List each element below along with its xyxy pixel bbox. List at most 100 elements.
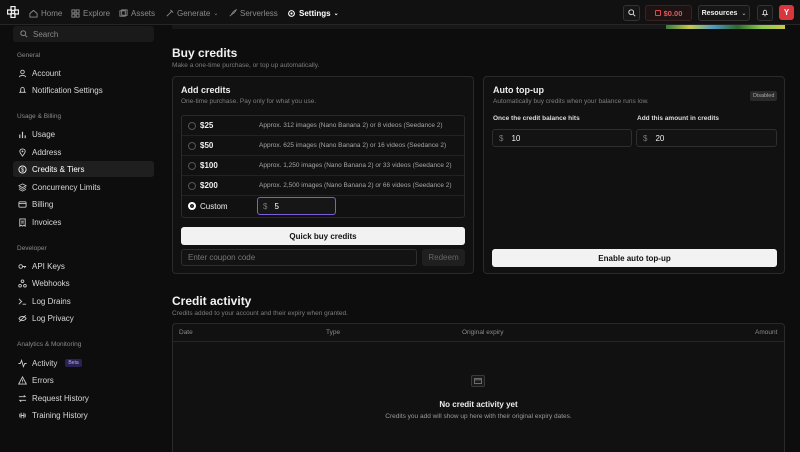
- search-input[interactable]: Search: [13, 26, 154, 42]
- nav-settings[interactable]: Settings ⌄: [287, 7, 339, 19]
- option-amount: $200: [200, 181, 218, 190]
- currency-symbol: $: [263, 201, 268, 211]
- radio-button[interactable]: [188, 122, 196, 130]
- search-icon: [20, 30, 28, 38]
- nav-serverless[interactable]: Serverless: [228, 7, 278, 19]
- sidebar-item-training-history[interactable]: Training History: [13, 407, 154, 423]
- column-type: Type: [326, 329, 341, 336]
- sidebar-item-label: Log Privacy: [32, 313, 74, 323]
- section-usage-billing: Usage & Billing: [17, 113, 62, 120]
- sidebar-item-label: Address: [32, 147, 62, 157]
- custom-amount-input[interactable]: $ 5: [257, 197, 336, 215]
- credit-card-icon: [18, 200, 27, 208]
- sidebar-item-label: Request History: [32, 393, 89, 403]
- option-description: Approx. 2,500 images (Nano Banana 2) or …: [259, 182, 452, 189]
- radio-button[interactable]: [188, 142, 196, 150]
- gear-icon: [288, 9, 295, 17]
- option-amount: $25: [200, 121, 214, 130]
- sidebar-item-api-keys[interactable]: API Keys: [13, 258, 154, 274]
- sidebar-item-address[interactable]: Address: [13, 144, 154, 160]
- sidebar-item-invoices[interactable]: Invoices: [13, 214, 154, 230]
- balance-button[interactable]: $0.00: [645, 5, 692, 21]
- topup-amount-input[interactable]: $ 20: [636, 129, 777, 147]
- radio-button[interactable]: [188, 182, 196, 190]
- redeem-button[interactable]: Redeem: [422, 249, 465, 266]
- sidebar-item-concurrency-limits[interactable]: Concurrency Limits: [13, 179, 154, 195]
- currency-symbol: $: [643, 133, 648, 143]
- nav-home[interactable]: Home: [29, 7, 62, 19]
- chevron-down-icon: ⌄: [333, 10, 339, 17]
- sidebar-item-label: Errors: [32, 375, 54, 385]
- chevron-down-icon: ⌄: [741, 10, 747, 17]
- sidebar-item-label: Usage: [32, 129, 56, 139]
- rocket-icon: [229, 8, 237, 17]
- sidebar-item-webhooks[interactable]: Webhooks: [13, 275, 154, 291]
- quick-buy-button[interactable]: Quick buy credits: [181, 227, 465, 245]
- auto-topup-title: Auto top-up: [493, 85, 544, 95]
- option-amount: $100: [200, 161, 218, 170]
- sidebar-item-label: Account: [32, 68, 61, 78]
- banner-image: [666, 25, 785, 29]
- log-drains-icon: [18, 297, 27, 305]
- sidebar-item-label: Credits & Tiers: [32, 164, 85, 174]
- radio-button-selected[interactable]: [188, 202, 196, 210]
- user-icon: [18, 69, 27, 77]
- sidebar-item-errors[interactable]: Errors: [13, 372, 154, 388]
- threshold-input[interactable]: $ 10: [492, 129, 632, 147]
- option-amount: Custom: [200, 202, 228, 211]
- eye-off-icon: [18, 314, 27, 322]
- sidebar-item-notification-settings[interactable]: Notification Settings: [13, 82, 154, 98]
- sidebar-item-credits-tiers[interactable]: $ Credits & Tiers: [13, 161, 154, 177]
- search-button[interactable]: [623, 5, 640, 21]
- credit-option-50[interactable]: $50 Approx. 625 images (Nano Banana 2) o…: [182, 136, 464, 156]
- bar-chart-icon: [19, 131, 26, 138]
- sidebar-item-request-history[interactable]: Request History: [13, 390, 154, 406]
- webhook-icon: [18, 278, 27, 288]
- topup-amount-label: Add this amount in credits: [637, 115, 719, 122]
- column-amount: Amount: [755, 329, 778, 336]
- threshold-label: Once the credit balance hits: [493, 115, 580, 122]
- nav-explore[interactable]: Explore: [71, 7, 110, 19]
- home-icon: [29, 9, 38, 18]
- sidebar-item-billing[interactable]: Billing: [13, 196, 154, 212]
- credit-option-25[interactable]: $25 Approx. 312 images (Nano Banana 2) o…: [182, 116, 464, 136]
- nav-explore-label: Explore: [83, 8, 111, 18]
- sidebar-item-label: Invoices: [32, 217, 62, 227]
- empty-state-title: No credit activity yet: [439, 400, 518, 409]
- notifications-button[interactable]: [757, 5, 773, 21]
- sidebar-item-label: Webhooks: [32, 278, 70, 288]
- resources-dropdown[interactable]: Resources ⌄: [698, 5, 750, 21]
- activity-icon: [18, 358, 27, 368]
- sidebar-item-log-privacy[interactable]: Log Privacy: [13, 310, 154, 326]
- sidebar-item-label: Concurrency Limits: [32, 182, 101, 192]
- layers-icon: [18, 182, 27, 192]
- dollar-circle-icon: $: [18, 164, 27, 174]
- dumbbell-icon: [19, 412, 26, 418]
- credit-activity-title: Credit activity: [172, 294, 252, 308]
- sidebar-item-usage[interactable]: Usage: [13, 126, 154, 142]
- page-subtitle: Make a one-time purchase, or top up auto…: [172, 62, 320, 69]
- enable-auto-topup-button[interactable]: Enable auto top-up: [492, 249, 777, 267]
- nav-generate[interactable]: Generate ⌄: [165, 7, 218, 19]
- nav-assets[interactable]: Assets: [119, 7, 155, 19]
- avatar[interactable]: Y: [779, 5, 794, 20]
- logo-icon[interactable]: [7, 6, 19, 18]
- nav-serverless-label: Serverless: [240, 8, 278, 18]
- sidebar-item-log-drains[interactable]: Log Drains: [13, 293, 154, 309]
- sidebar-item-label: Activity: [32, 358, 58, 368]
- section-general: General: [17, 52, 41, 59]
- sidebar-item-label: Training History: [32, 410, 88, 420]
- beta-badge: Beta: [65, 359, 82, 367]
- balance-value: $0.00: [663, 8, 683, 18]
- nav-home-label: Home: [41, 8, 63, 18]
- resources-label: Resources: [701, 9, 738, 17]
- credit-option-100[interactable]: $100 Approx. 1,250 images (Nano Banana 2…: [182, 156, 464, 176]
- sidebar-item-label: Billing: [32, 199, 54, 209]
- key-icon: [18, 263, 27, 269]
- coupon-input[interactable]: Enter coupon code: [181, 249, 417, 266]
- sidebar-item-activity[interactable]: Activity Beta: [13, 355, 154, 371]
- credit-option-200[interactable]: $200 Approx. 2,500 images (Nano Banana 2…: [182, 176, 464, 196]
- sidebar-item-account[interactable]: Account: [13, 65, 154, 81]
- radio-button[interactable]: [188, 162, 196, 170]
- receipt-icon: [471, 375, 485, 387]
